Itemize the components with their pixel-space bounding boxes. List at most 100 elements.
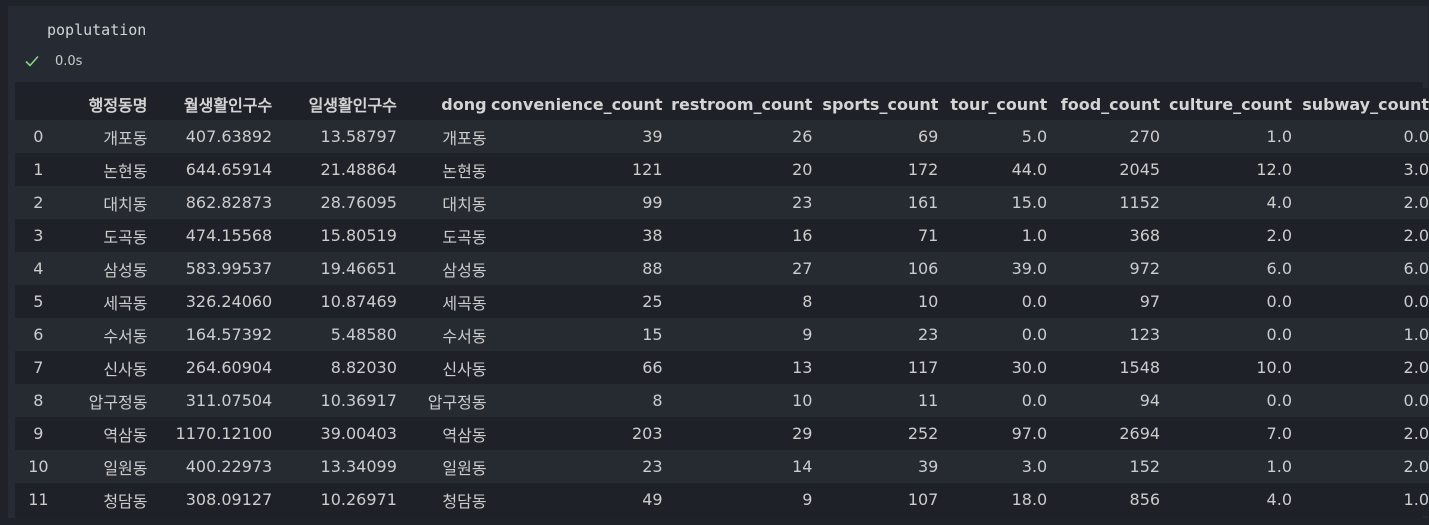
table-cell: 856 bbox=[1047, 483, 1161, 516]
table-cell: 2045 bbox=[1047, 153, 1161, 186]
table-cell: 논현동 bbox=[396, 153, 487, 186]
table-cell: 583.99537 bbox=[147, 252, 273, 285]
table-cell: 3.0 bbox=[1292, 153, 1429, 186]
row-index: 0 bbox=[15, 120, 62, 153]
table-cell: 0.0 bbox=[938, 285, 1048, 318]
table-cell: 20 bbox=[662, 153, 813, 186]
table-cell: 도곡동 bbox=[396, 219, 487, 252]
table-cell: 역삼동 bbox=[61, 417, 148, 450]
table-cell: 644.65914 bbox=[147, 153, 273, 186]
row-index: 9 bbox=[15, 417, 62, 450]
table-cell: 0.0 bbox=[938, 384, 1048, 417]
table-cell: 청담동 bbox=[396, 483, 487, 516]
table-cell: 39.0 bbox=[938, 252, 1048, 285]
table-cell: 4.0 bbox=[1160, 483, 1292, 516]
table-cell: 13 bbox=[662, 351, 813, 384]
table-cell: 23 bbox=[812, 318, 939, 351]
table-cell: 44.0 bbox=[938, 153, 1048, 186]
table-cell: 13.58797 bbox=[272, 120, 397, 153]
row-index: 5 bbox=[15, 285, 62, 318]
row-index: 8 bbox=[15, 384, 62, 417]
table-cell: 71 bbox=[812, 219, 939, 252]
table-cell: 18.0 bbox=[938, 483, 1048, 516]
row-index: 10 bbox=[15, 450, 62, 483]
table-cell: 69 bbox=[812, 120, 939, 153]
table-cell: 10.87469 bbox=[272, 285, 397, 318]
table-cell: 15 bbox=[486, 318, 663, 351]
table-cell: 97 bbox=[1047, 285, 1161, 318]
column-header: 일생활인구수 bbox=[272, 88, 397, 120]
table-cell: 수서동 bbox=[61, 318, 148, 351]
table-cell: 일원동 bbox=[396, 450, 487, 483]
table-row: 1 논현동 644.65914 21.48864 논현동 121 20 172 44.0 2045… bbox=[15, 153, 1429, 186]
table-cell: 청담동 bbox=[61, 483, 148, 516]
table-cell: 252 bbox=[812, 417, 939, 450]
table-cell: 8.82030 bbox=[272, 351, 397, 384]
table-cell: 88 bbox=[486, 252, 663, 285]
table-cell: 1.0 bbox=[938, 219, 1048, 252]
table-cell: 107 bbox=[812, 483, 939, 516]
column-header: food_count bbox=[1047, 88, 1161, 120]
table-cell: 38 bbox=[486, 219, 663, 252]
table-cell: 23 bbox=[662, 186, 813, 219]
table-cell: 삼성동 bbox=[61, 252, 148, 285]
column-header: subway_count bbox=[1292, 88, 1429, 120]
table-cell: 66 bbox=[486, 351, 663, 384]
table-cell: 2.0 bbox=[1292, 417, 1429, 450]
table-row: 11 청담동 308.09127 10.26971 청담동 49 9 107 18.0 856 4.… bbox=[15, 483, 1429, 516]
table-cell: 압구정동 bbox=[396, 384, 487, 417]
column-header: convenience_count bbox=[486, 88, 663, 120]
table-cell: 19.46651 bbox=[272, 252, 397, 285]
table-cell: 28.76095 bbox=[272, 186, 397, 219]
table-cell: 172 bbox=[812, 153, 939, 186]
table-cell: 10 bbox=[812, 285, 939, 318]
table-cell: 117 bbox=[812, 351, 939, 384]
table-cell: 5.0 bbox=[938, 120, 1048, 153]
table-cell: 39 bbox=[812, 450, 939, 483]
table-cell: 407.63892 bbox=[147, 120, 273, 153]
check-icon bbox=[25, 55, 39, 67]
table-cell: 10 bbox=[662, 384, 813, 417]
table-cell: 7.0 bbox=[1160, 417, 1292, 450]
table-cell: 49 bbox=[486, 483, 663, 516]
table-cell: 0.0 bbox=[1160, 384, 1292, 417]
table-cell: 164.57392 bbox=[147, 318, 273, 351]
table-cell: 6.0 bbox=[1292, 252, 1429, 285]
table-cell: 16 bbox=[662, 219, 813, 252]
table-cell: 326.24060 bbox=[147, 285, 273, 318]
table-row: 9 역삼동 1170.12100 39.00403 역삼동 203 29 252 97.0 269… bbox=[15, 417, 1429, 450]
row-index: 3 bbox=[15, 219, 62, 252]
table-cell: 23 bbox=[486, 450, 663, 483]
table-cell: 신사동 bbox=[396, 351, 487, 384]
table-cell: 11 bbox=[812, 384, 939, 417]
table-cell: 대치동 bbox=[61, 186, 148, 219]
table-cell: 862.82873 bbox=[147, 186, 273, 219]
index-header bbox=[15, 88, 62, 120]
table-cell: 9 bbox=[662, 318, 813, 351]
table-cell: 12.0 bbox=[1160, 153, 1292, 186]
table-cell: 39.00403 bbox=[272, 417, 397, 450]
code-input[interactable]: poplutation bbox=[47, 21, 146, 39]
table-cell: 논현동 bbox=[61, 153, 148, 186]
table-cell: 1.0 bbox=[1292, 483, 1429, 516]
table-cell: 1170.12100 bbox=[147, 417, 273, 450]
table-cell: 161 bbox=[812, 186, 939, 219]
table-cell: 삼성동 bbox=[396, 252, 487, 285]
table-cell: 121 bbox=[486, 153, 663, 186]
table-cell: 0.0 bbox=[1160, 285, 1292, 318]
table-cell: 26 bbox=[662, 120, 813, 153]
table-row: 8 압구정동 311.07504 10.36917 압구정동 8 10 11 0.0 94 0.0 0… bbox=[15, 384, 1429, 417]
table-cell: 압구정동 bbox=[61, 384, 148, 417]
table-cell: 10.26971 bbox=[272, 483, 397, 516]
table-cell: 99 bbox=[486, 186, 663, 219]
table-cell: 1152 bbox=[1047, 186, 1161, 219]
execution-time: 0.0s bbox=[55, 53, 83, 69]
table-cell: 30.0 bbox=[938, 351, 1048, 384]
table-cell: 311.07504 bbox=[147, 384, 273, 417]
table-cell: 1.0 bbox=[1160, 120, 1292, 153]
table-cell: 1.0 bbox=[1160, 450, 1292, 483]
table-cell: 8 bbox=[662, 285, 813, 318]
column-header: 행정동명 bbox=[61, 88, 148, 120]
row-index: 11 bbox=[15, 483, 62, 516]
table-cell: 97.0 bbox=[938, 417, 1048, 450]
